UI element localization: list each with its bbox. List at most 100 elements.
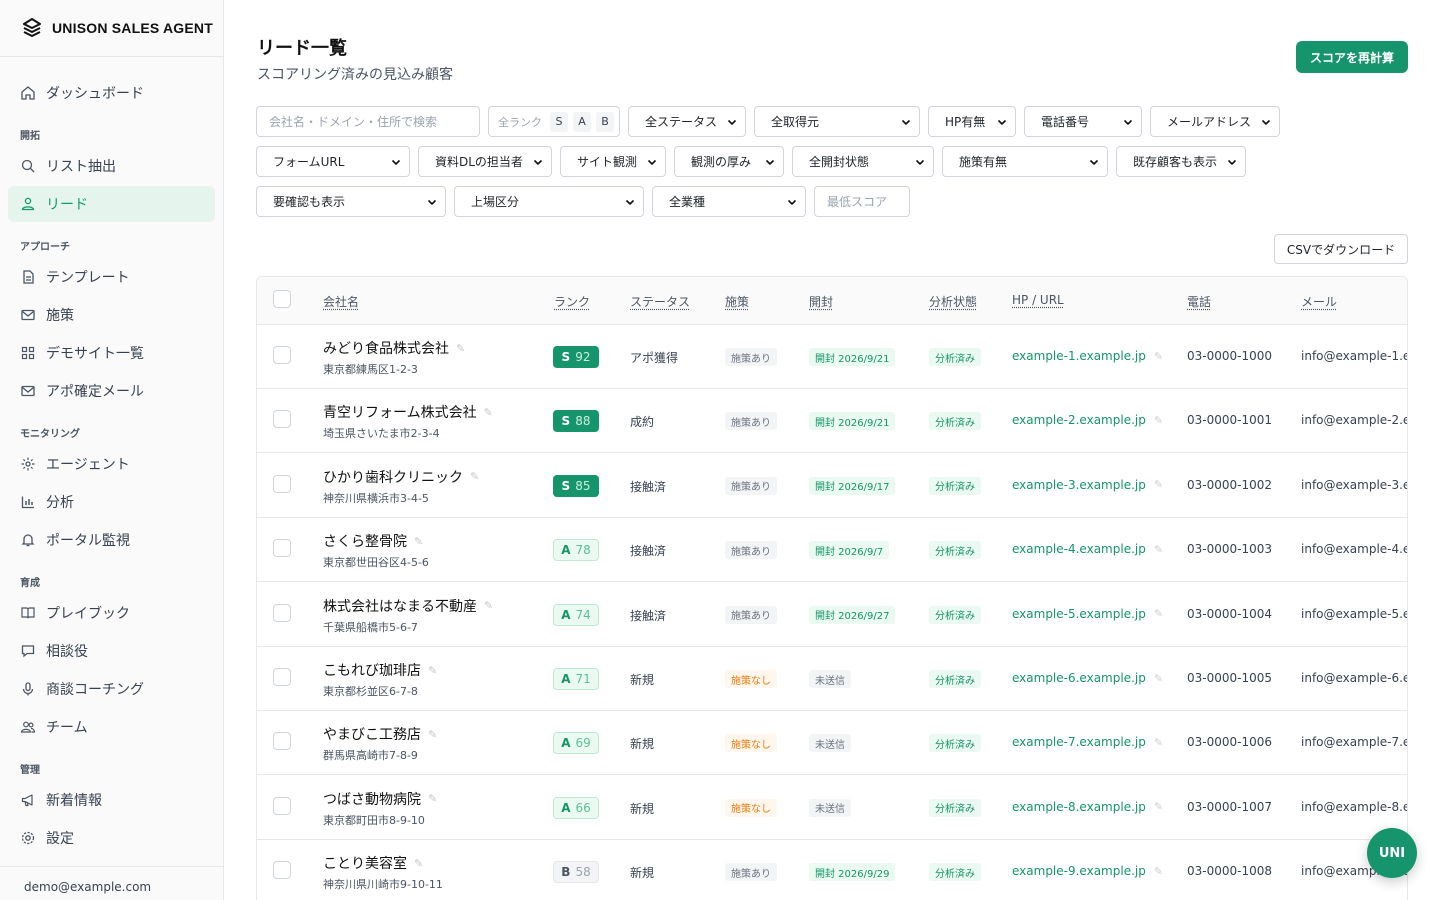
row-checkbox[interactable]	[273, 668, 291, 686]
csv-download-button[interactable]: CSVでダウンロード	[1274, 234, 1408, 264]
pencil-icon[interactable]: ✎	[484, 406, 493, 419]
sidebar-item-leads[interactable]: リード	[8, 186, 215, 222]
url-cell[interactable]: example-6.example.jp ✎	[1012, 671, 1163, 685]
column-header-analysis[interactable]: 分析状態	[929, 293, 977, 310]
url-cell[interactable]: example-3.example.jp ✎	[1012, 478, 1163, 492]
company-cell[interactable]: ことり美容室 ✎	[323, 853, 423, 873]
url-cell[interactable]: example-9.example.jp ✎	[1012, 864, 1163, 878]
pencil-icon[interactable]: ✎	[456, 342, 465, 355]
hp-select[interactable]: HP有無	[928, 106, 1016, 137]
table-row[interactable]: つばさ動物病院 ✎ 東京都町田市8-9-10 A 66 新規 施策なし 未送信 分析済み exam…	[257, 775, 1407, 840]
table-row[interactable]: こもれび珈琲店 ✎ 東京都杉並区6-7-8 A 71 新規 施策なし 未送信 分析済み examp…	[257, 647, 1407, 711]
url-link[interactable]: example-9.example.jp	[1012, 864, 1146, 878]
row-checkbox[interactable]	[273, 474, 291, 493]
pencil-icon[interactable]: ✎	[428, 664, 437, 677]
pencil-icon[interactable]: ✎	[1154, 478, 1163, 491]
column-header-open[interactable]: 開封	[809, 293, 833, 310]
pencil-icon[interactable]: ✎	[1154, 865, 1163, 878]
company-name[interactable]: 青空リフォーム株式会社	[323, 402, 477, 422]
company-cell[interactable]: みどり食品株式会社 ✎	[323, 338, 465, 358]
sidebar-item-dashboard[interactable]: ダッシュボード	[8, 75, 215, 111]
sidebar-item-templates[interactable]: テンプレート	[8, 259, 215, 295]
company-name[interactable]: ことり美容室	[323, 853, 407, 873]
pencil-icon[interactable]: ✎	[1154, 350, 1163, 363]
table-row[interactable]: ことり美容室 ✎ 神奈川県川崎市9-10-11 B 58 新規 施策あり 開封 2026/9/…	[257, 840, 1407, 900]
pencil-icon[interactable]: ✎	[414, 535, 423, 548]
sidebar-item-coaching[interactable]: 商談コーチング	[8, 671, 215, 707]
pencil-icon[interactable]: ✎	[1154, 414, 1163, 427]
sidebar-item-agent[interactable]: エージェント	[8, 446, 215, 482]
company-name[interactable]: 株式会社はなまる不動産	[323, 596, 477, 616]
policy-select[interactable]: 施策有無	[942, 146, 1108, 177]
company-cell[interactable]: 株式会社はなまる不動産 ✎	[323, 596, 493, 616]
column-header-company[interactable]: 会社名	[323, 293, 359, 310]
company-name[interactable]: さくら整骨院	[323, 531, 407, 551]
pencil-icon[interactable]: ✎	[1154, 800, 1163, 813]
url-link[interactable]: example-6.example.jp	[1012, 671, 1146, 685]
url-link[interactable]: example-7.example.jp	[1012, 735, 1146, 749]
table-row[interactable]: やまびこ工務店 ✎ 群馬県高崎市7-8-9 A 69 新規 施策なし 未送信 分析済み examp…	[257, 711, 1407, 776]
assistant-fab-button[interactable]: UNI	[1367, 828, 1417, 878]
url-cell[interactable]: example-8.example.jp ✎	[1012, 800, 1163, 814]
url-link[interactable]: example-8.example.jp	[1012, 800, 1146, 814]
column-header-rank[interactable]: ランク	[554, 293, 590, 310]
site-watch-select[interactable]: サイト観測	[560, 146, 666, 177]
status-select[interactable]: 全ステータス	[628, 106, 746, 137]
row-checkbox[interactable]	[273, 539, 291, 558]
column-header-status[interactable]: ステータス	[630, 293, 690, 310]
pencil-icon[interactable]: ✎	[1154, 543, 1163, 556]
sidebar-item-list-extract[interactable]: リスト抽出	[8, 148, 215, 184]
needs-check-select[interactable]: 要確認も表示	[256, 186, 446, 217]
email-select[interactable]: メールアドレス	[1150, 106, 1280, 137]
url-link[interactable]: example-5.example.jp	[1012, 607, 1146, 621]
pencil-icon[interactable]: ✎	[484, 599, 493, 612]
rank-chip-b[interactable]: B	[596, 111, 614, 132]
row-checkbox[interactable]	[273, 861, 291, 880]
user-email[interactable]: demo@example.com	[0, 866, 223, 900]
column-header-url[interactable]: HP / URL	[1012, 293, 1064, 307]
company-cell[interactable]: ひかり歯科クリニック ✎	[323, 467, 479, 487]
sidebar-item-team[interactable]: チーム	[8, 709, 215, 745]
sidebar-item-portal-monitor[interactable]: ポータル監視	[8, 522, 215, 558]
phone-select[interactable]: 電話番号	[1024, 106, 1142, 137]
pencil-icon[interactable]: ✎	[1154, 736, 1163, 749]
url-cell[interactable]: example-5.example.jp ✎	[1012, 607, 1163, 621]
url-link[interactable]: example-1.example.jp	[1012, 349, 1146, 363]
url-link[interactable]: example-4.example.jp	[1012, 542, 1146, 556]
company-cell[interactable]: こもれび珈琲店 ✎	[323, 660, 437, 680]
industry-select[interactable]: 全業種	[652, 186, 806, 217]
company-name[interactable]: つばさ動物病院	[323, 789, 421, 809]
column-header-policy[interactable]: 施策	[725, 293, 749, 310]
url-link[interactable]: example-2.example.jp	[1012, 413, 1146, 427]
sidebar-item-appointment-mail[interactable]: アポ確定メール	[8, 373, 215, 409]
pencil-icon[interactable]: ✎	[428, 728, 437, 741]
watch-depth-select[interactable]: 観測の厚み	[674, 146, 784, 177]
form-url-select[interactable]: フォームURL	[256, 146, 410, 177]
rank-chip-a[interactable]: A	[573, 111, 591, 132]
url-cell[interactable]: example-1.example.jp ✎	[1012, 349, 1163, 363]
company-name[interactable]: みどり食品株式会社	[323, 338, 449, 358]
sidebar-item-settings[interactable]: 設定	[8, 820, 215, 856]
table-row[interactable]: 青空リフォーム株式会社 ✎ 埼玉県さいたま市2-3-4 S 88 成約 施策あり 開封 202…	[257, 389, 1407, 454]
url-cell[interactable]: example-2.example.jp ✎	[1012, 413, 1163, 427]
brand[interactable]: UNISON SALES AGENT	[0, 0, 223, 57]
source-select[interactable]: 全取得元	[754, 106, 920, 137]
sidebar-item-news[interactable]: 新着情報	[8, 782, 215, 818]
existing-customer-select[interactable]: 既存顧客も表示	[1116, 146, 1246, 177]
recalculate-score-button[interactable]: スコアを再計算	[1296, 41, 1408, 73]
url-link[interactable]: example-3.example.jp	[1012, 478, 1146, 492]
sidebar-item-analytics[interactable]: 分析	[8, 484, 215, 520]
company-name[interactable]: こもれび珈琲店	[323, 660, 421, 680]
company-cell[interactable]: 青空リフォーム株式会社 ✎	[323, 402, 493, 422]
table-row[interactable]: ひかり歯科クリニック ✎ 神奈川県横浜市3-4-5 S 85 接触済 施策あり 開封 2026…	[257, 453, 1407, 518]
sidebar-item-campaigns[interactable]: 施策	[8, 297, 215, 333]
sidebar-item-playbook[interactable]: プレイブック	[8, 595, 215, 631]
table-row[interactable]: みどり食品株式会社 ✎ 東京都練馬区1-2-3 S 92 アポ獲得 施策あり 開封 2026/…	[257, 325, 1407, 389]
company-cell[interactable]: つばさ動物病院 ✎	[323, 789, 437, 809]
pencil-icon[interactable]: ✎	[414, 857, 423, 870]
column-header-mail[interactable]: メール	[1301, 293, 1337, 310]
table-row[interactable]: さくら整骨院 ✎ 東京都世田谷区4-5-6 A 78 接触済 施策あり 開封 2026/9/7…	[257, 518, 1407, 583]
row-checkbox[interactable]	[273, 410, 291, 429]
sidebar-item-demo-sites[interactable]: デモサイト一覧	[8, 335, 215, 371]
url-cell[interactable]: example-7.example.jp ✎	[1012, 735, 1163, 749]
